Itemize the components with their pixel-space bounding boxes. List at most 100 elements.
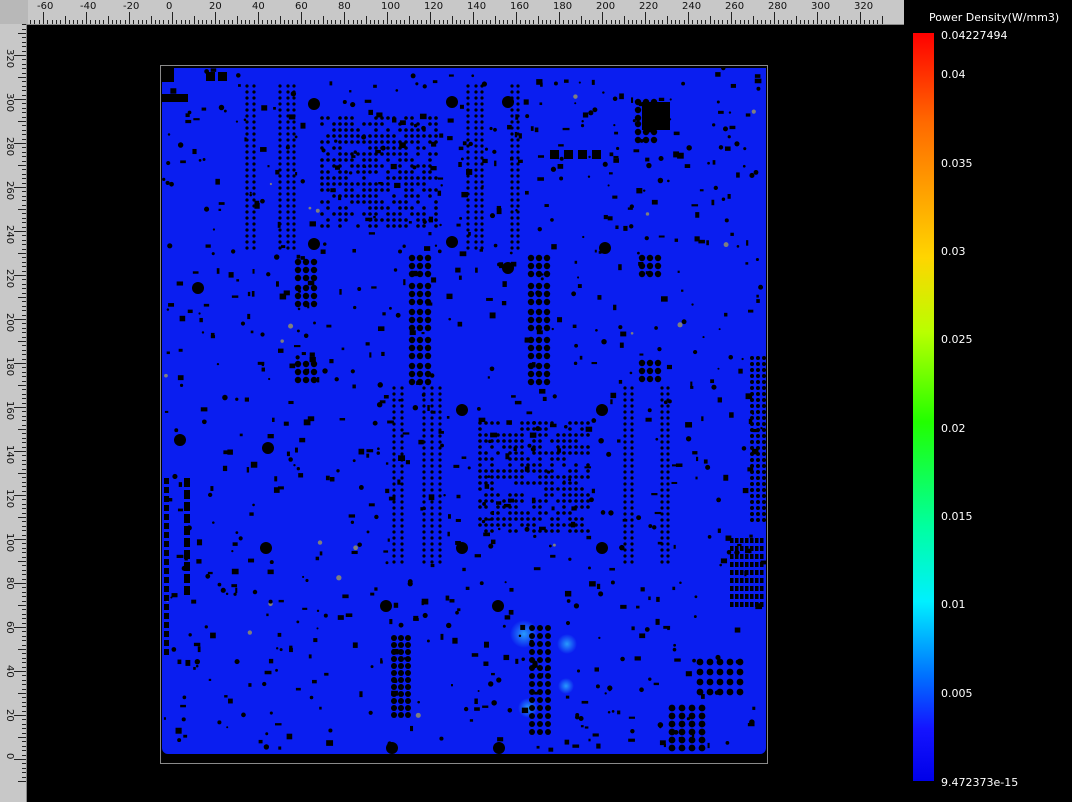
smd-part bbox=[309, 356, 316, 363]
pad bbox=[424, 378, 432, 386]
via bbox=[756, 416, 760, 420]
via bbox=[405, 684, 411, 690]
smd-part bbox=[667, 627, 670, 631]
via bbox=[252, 216, 256, 220]
via bbox=[623, 494, 627, 498]
bga-ball bbox=[538, 517, 542, 521]
smd-part bbox=[581, 700, 589, 704]
smd-part bbox=[352, 642, 358, 648]
smd-part bbox=[445, 595, 450, 601]
smd-part bbox=[474, 554, 481, 558]
smd-part bbox=[548, 747, 554, 752]
bga-ball bbox=[356, 194, 360, 198]
via bbox=[422, 398, 426, 402]
smd-part bbox=[579, 355, 583, 360]
bga-ball bbox=[556, 499, 560, 503]
via bbox=[688, 704, 696, 712]
component bbox=[592, 150, 601, 159]
smd-part bbox=[515, 114, 519, 120]
via bbox=[565, 620, 571, 626]
connector-pin bbox=[745, 546, 749, 551]
bga-ball bbox=[404, 218, 408, 222]
bga-ball bbox=[344, 218, 348, 222]
via bbox=[439, 736, 444, 741]
ruler-y-label: 200 bbox=[4, 313, 15, 333]
via bbox=[660, 536, 664, 540]
via bbox=[552, 543, 556, 547]
via bbox=[750, 356, 754, 360]
smd-part bbox=[699, 189, 704, 192]
via bbox=[230, 249, 236, 254]
pad bbox=[294, 258, 302, 266]
via bbox=[537, 657, 543, 663]
smd-part bbox=[380, 660, 383, 664]
via bbox=[630, 494, 634, 498]
via bbox=[666, 506, 670, 510]
pad bbox=[535, 352, 543, 360]
pad bbox=[416, 254, 424, 262]
via bbox=[278, 210, 282, 214]
connector-pin bbox=[164, 523, 169, 529]
via bbox=[750, 518, 754, 522]
smd-part bbox=[514, 400, 522, 405]
smd-part bbox=[666, 364, 672, 370]
via bbox=[630, 500, 634, 504]
bga-ball bbox=[332, 128, 336, 132]
via bbox=[392, 434, 396, 438]
pad bbox=[638, 359, 646, 367]
bga-ball bbox=[350, 140, 354, 144]
via bbox=[618, 325, 623, 330]
bga-ball bbox=[326, 200, 330, 204]
smd-part bbox=[658, 97, 665, 101]
bga-ball bbox=[502, 517, 506, 521]
via bbox=[377, 382, 383, 388]
bga-ball bbox=[404, 116, 408, 120]
via bbox=[537, 713, 543, 719]
via bbox=[288, 457, 293, 462]
smd-part bbox=[366, 449, 374, 453]
smd-part bbox=[565, 695, 570, 699]
smd-part bbox=[416, 381, 422, 385]
smd-part bbox=[539, 102, 543, 106]
bga-ball bbox=[434, 218, 438, 222]
bga-ball bbox=[478, 433, 482, 437]
pcb-power-density-map[interactable] bbox=[162, 68, 766, 754]
via bbox=[400, 524, 404, 528]
smd-part bbox=[462, 141, 467, 146]
pad bbox=[527, 254, 535, 262]
bga-ball bbox=[520, 475, 524, 479]
via bbox=[474, 156, 478, 160]
via bbox=[516, 144, 520, 148]
bga-ball bbox=[416, 212, 420, 216]
via bbox=[400, 404, 404, 408]
via bbox=[430, 464, 434, 468]
smd-part bbox=[345, 613, 353, 618]
smd-part bbox=[192, 148, 197, 155]
via bbox=[736, 688, 744, 696]
via bbox=[245, 144, 249, 148]
bga-ball bbox=[368, 206, 372, 210]
bga-ball bbox=[514, 469, 518, 473]
via bbox=[666, 512, 670, 516]
pad bbox=[310, 376, 318, 384]
vertical-ruler[interactable]: 320 300 280 260 240 220 200 180 160 140 120 100 80 60… bbox=[0, 24, 27, 802]
via bbox=[422, 434, 426, 438]
via bbox=[286, 126, 290, 130]
smd-part bbox=[542, 396, 547, 401]
bga-ball bbox=[514, 505, 518, 509]
via bbox=[252, 132, 256, 136]
via bbox=[755, 257, 759, 262]
via bbox=[398, 398, 402, 402]
connector-pin bbox=[745, 538, 749, 543]
bga-ball bbox=[416, 182, 420, 186]
horizontal-ruler[interactable]: -60 -40 -20 0 20 40 60 80 100 120 140 160 180 200 220 2… bbox=[28, 0, 904, 25]
bga-ball bbox=[574, 439, 578, 443]
bga-ball bbox=[338, 206, 342, 210]
via bbox=[395, 312, 401, 318]
via bbox=[678, 744, 686, 752]
smd-part bbox=[277, 632, 282, 637]
smd-part bbox=[224, 695, 228, 698]
via bbox=[602, 161, 608, 167]
via bbox=[756, 500, 760, 504]
via bbox=[606, 451, 612, 457]
